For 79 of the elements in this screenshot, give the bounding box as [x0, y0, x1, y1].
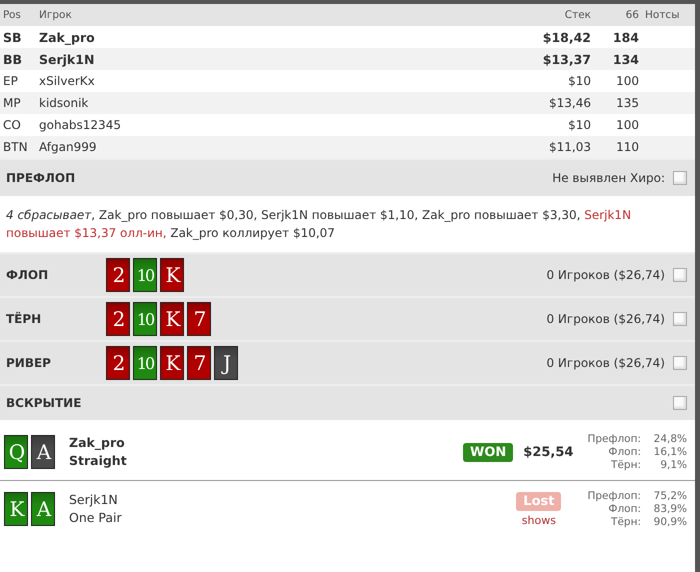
playing-card: A	[31, 435, 55, 469]
table-cell-text: Serjk1N	[39, 52, 96, 66]
section-title: ФЛОП	[6, 268, 50, 282]
section-title: ВСКРЫТИЕ	[6, 396, 82, 410]
playing-card: 7	[187, 302, 211, 336]
table-cell-text: 100	[615, 74, 640, 88]
equity-value: 9,1%	[659, 458, 687, 472]
playing-card: 2	[106, 302, 130, 336]
column-header: Стек	[564, 9, 592, 21]
hand-name: One Pair	[69, 509, 122, 527]
equity-label: Префлоп:	[587, 432, 641, 446]
table-cell-text: SB	[3, 30, 23, 44]
equity-value: 83,9%	[652, 502, 687, 516]
section-title: РИВЕР	[6, 356, 52, 370]
column-header: Pos	[3, 9, 22, 21]
equity-value: 16,1%	[652, 446, 687, 458]
table-cell-text: 135	[615, 96, 640, 110]
column-header: 66	[624, 9, 640, 21]
equity-value: 75,2%	[652, 490, 687, 502]
equity-label: Флоп:	[607, 502, 641, 516]
section-title: ПРЕФЛОП	[6, 171, 76, 185]
table-cell-text: gohabs12345	[39, 118, 122, 132]
table-cell-text: $10	[567, 74, 592, 88]
equity-value: 90,9%	[652, 516, 687, 528]
playing-card: K	[160, 258, 184, 292]
checkbox[interactable]	[673, 356, 687, 370]
hand-name: Straight	[69, 452, 127, 470]
playing-card: J	[214, 346, 238, 380]
pot-label: 0 Игроков ($26,74)	[546, 312, 665, 326]
table-cell-text: $18,42	[542, 30, 592, 44]
playing-card: 2	[106, 258, 130, 292]
table-cell-text: Afgan999	[39, 140, 98, 154]
won-badge: WON	[463, 442, 514, 462]
checkbox[interactable]	[673, 396, 687, 410]
checkbox[interactable]	[673, 268, 687, 282]
table-cell-text: MP	[3, 96, 22, 110]
section-title: ТЁРН	[6, 312, 42, 326]
table-cell-text: Zak_pro	[39, 30, 96, 44]
equity-label: Флоп:	[607, 446, 641, 458]
table-cell-text: kidsonik	[39, 96, 90, 110]
hero-label: Не выявлен Хиро:	[552, 171, 665, 185]
equity-label: Тёрн:	[610, 458, 641, 472]
table-cell-text: $13,46	[548, 96, 592, 110]
table-cell-text: 184	[612, 30, 640, 44]
player-name: Serjk1N	[69, 491, 119, 509]
table-cell-text: $10	[567, 118, 592, 132]
table-cell-text: 134	[612, 52, 640, 66]
equity-label: Префлоп:	[587, 490, 641, 502]
table-cell-text: $13,37	[542, 52, 592, 66]
player-name: Zak_pro	[69, 434, 126, 452]
table-cell-text: 100	[615, 118, 640, 132]
playing-card: 10	[133, 302, 157, 336]
playing-card: 7	[187, 346, 211, 380]
playing-card: K	[160, 346, 184, 380]
table-cell-text: CO	[3, 118, 22, 132]
pot-label: 0 Игроков ($26,74)	[546, 356, 665, 370]
playing-card: 10	[133, 258, 157, 292]
table-cell-text: 110	[615, 140, 640, 154]
table-cell-text: BTN	[3, 140, 29, 154]
playing-card: K	[4, 492, 28, 526]
checkbox[interactable]	[673, 312, 687, 326]
playing-card: K	[160, 302, 184, 336]
table-cell-text: BB	[3, 52, 24, 66]
equity-value: 24,8%	[652, 432, 687, 446]
column-header: Нотсы	[645, 9, 680, 21]
shows-note: shows	[522, 514, 556, 526]
playing-card: 2	[106, 346, 130, 380]
equity-label: Тёрн:	[610, 516, 641, 528]
pot-label: 0 Игроков ($26,74)	[546, 268, 665, 282]
table-cell-text: xSilverKx	[39, 74, 96, 88]
playing-card: Q	[4, 435, 28, 469]
table-cell-text: EP	[3, 74, 19, 88]
column-header: Игрок	[39, 9, 73, 21]
lost-badge: Lost	[516, 492, 562, 510]
playing-card: 10	[133, 346, 157, 380]
checkbox[interactable]	[673, 171, 687, 185]
playing-card: A	[31, 492, 55, 526]
win-amount: $25,54	[523, 444, 574, 460]
table-cell-text: $11,03	[548, 140, 592, 154]
